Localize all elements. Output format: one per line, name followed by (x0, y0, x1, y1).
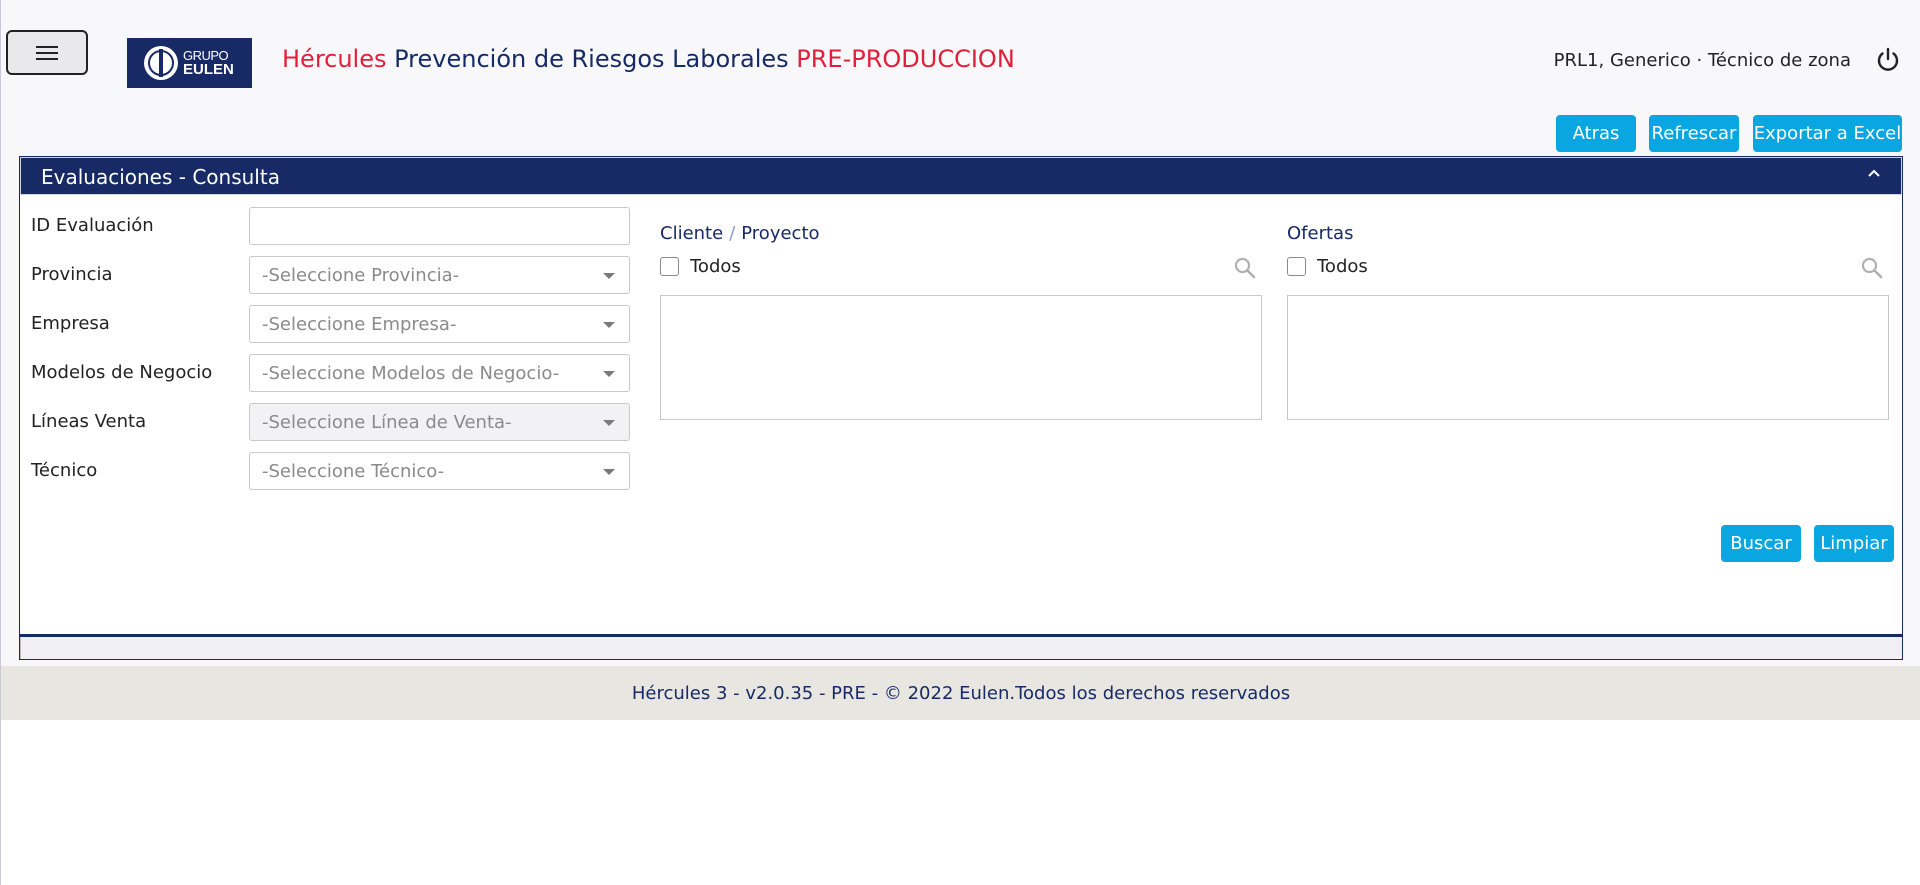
offers-title: Ofertas (1287, 223, 1354, 244)
grupo-eulen-logo: GRUPO EULEN (127, 38, 252, 88)
panel-header[interactable]: Evaluaciones - Consulta (20, 157, 1902, 195)
client-project-title: Cliente / Proyecto (660, 223, 820, 244)
panel-title: Evaluaciones - Consulta (41, 165, 280, 189)
client-project-all-checkbox[interactable] (660, 257, 679, 276)
chevron-down-icon (603, 322, 615, 328)
refresh-button[interactable]: Refrescar (1649, 115, 1739, 152)
chevron-down-icon (603, 420, 615, 426)
app-title-main: Prevención de Riesgos Laborales (386, 45, 797, 73)
evaluations-query-panel: Evaluaciones - Consulta ID Evaluación Pr… (19, 156, 1903, 660)
logo-text: GRUPO EULEN (183, 49, 234, 78)
export-excel-button[interactable]: Exportar a Excel (1753, 115, 1902, 152)
sales-lines-label: Líneas Venta (31, 411, 147, 432)
client-title: Cliente (660, 223, 724, 244)
search-icon[interactable] (1860, 256, 1884, 280)
offers-all-label: Todos (1317, 256, 1368, 277)
chevron-down-icon (603, 273, 615, 279)
panel-body: ID Evaluación Provincia -Seleccione Prov… (20, 195, 1902, 637)
back-button[interactable]: Atras (1556, 115, 1636, 152)
globe-icon (144, 46, 178, 80)
user-info: PRL1, Generico · Técnico de zona (1553, 50, 1851, 71)
chevron-down-icon (603, 469, 615, 475)
client-project-all-label: Todos (690, 256, 741, 277)
evaluation-id-input[interactable] (249, 207, 630, 245)
app-title-brand: Hércules (282, 45, 387, 73)
technician-select-placeholder: -Seleccione Técnico- (262, 461, 445, 482)
chevron-down-icon (603, 371, 615, 377)
technician-select[interactable]: -Seleccione Técnico- (249, 452, 630, 490)
offers-list[interactable] (1287, 295, 1889, 420)
app-title: Hércules Prevención de Riesgos Laborales… (282, 45, 1015, 73)
search-icon[interactable] (1233, 256, 1257, 280)
evaluation-id-label: ID Evaluación (31, 215, 154, 236)
chevron-up-icon[interactable] (1867, 166, 1881, 180)
clear-button[interactable]: Limpiar (1814, 525, 1894, 562)
sales-lines-select[interactable]: -Seleccione Línea de Venta- (249, 403, 630, 441)
company-select[interactable]: -Seleccione Empresa- (249, 305, 630, 343)
panel-bottom-strip (20, 637, 1902, 659)
technician-label: Técnico (31, 460, 98, 481)
project-title: Proyecto (741, 223, 820, 244)
offers-all-checkbox[interactable] (1287, 257, 1306, 276)
hamburger-menu-button[interactable] (6, 30, 88, 75)
hamburger-icon (36, 45, 58, 60)
logo-line-2: EULEN (183, 61, 234, 78)
top-area: GRUPO EULEN Hércules Prevención de Riesg… (1, 0, 1920, 666)
page-footer: Hércules 3 - v2.0.35 - PRE - © 2022 Eule… (1, 666, 1920, 720)
power-icon[interactable] (1874, 46, 1902, 74)
province-select[interactable]: -Seleccione Provincia- (249, 256, 630, 294)
business-models-select[interactable]: -Seleccione Modelos de Negocio- (249, 354, 630, 392)
footer-text: Hércules 3 - v2.0.35 - PRE - © 2022 Eule… (631, 682, 1291, 704)
app-title-environment: PRE-PRODUCCION (796, 45, 1015, 73)
business-models-select-placeholder: -Seleccione Modelos de Negocio- (262, 363, 560, 384)
business-models-label: Modelos de Negocio (31, 362, 213, 383)
province-select-placeholder: -Seleccione Provincia- (262, 265, 460, 286)
sales-lines-select-placeholder: -Seleccione Línea de Venta- (262, 412, 512, 433)
province-label: Provincia (31, 264, 113, 285)
company-label: Empresa (31, 313, 110, 334)
search-button[interactable]: Buscar (1721, 525, 1801, 562)
client-project-list[interactable] (660, 295, 1262, 420)
client-project-separator: / (729, 223, 736, 244)
company-select-placeholder: -Seleccione Empresa- (262, 314, 457, 335)
app-root: GRUPO EULEN Hércules Prevención de Riesg… (0, 0, 1920, 885)
